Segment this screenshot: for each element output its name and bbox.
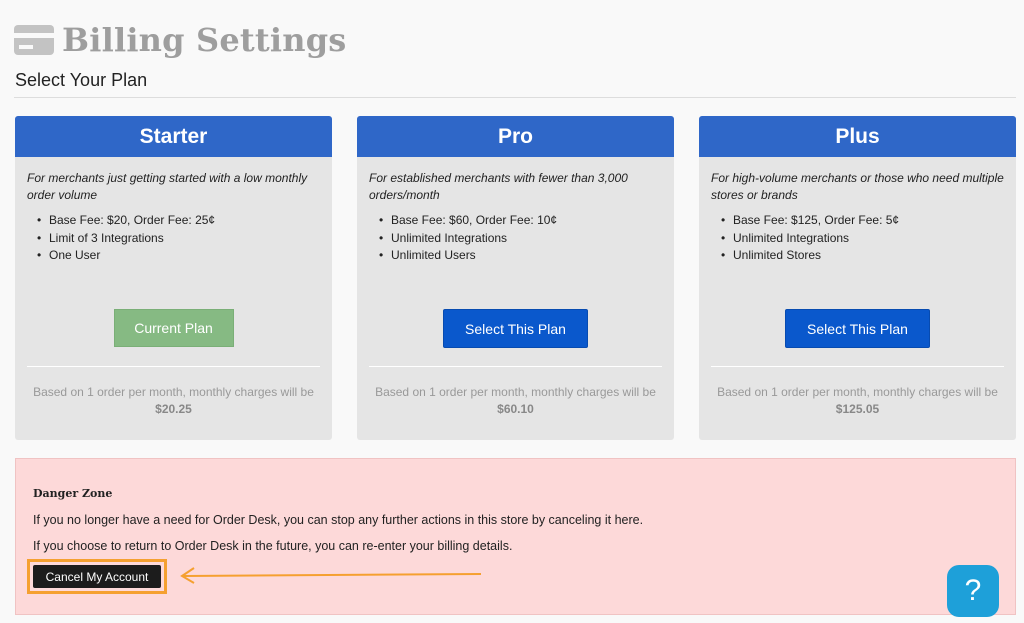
plan-card-starter: Starter For merchants just getting start… — [15, 116, 332, 440]
plan-features: Base Fee: $60, Order Fee: 10¢ Unlimited … — [369, 212, 662, 265]
current-plan-button[interactable]: Current Plan — [113, 309, 234, 347]
cancel-highlight: Cancel My Account — [27, 559, 167, 594]
plan-card-pro: Pro For established merchants with fewer… — [357, 116, 674, 440]
plan-feature: Unlimited Integrations — [721, 230, 1004, 248]
plan-feature: Unlimited Users — [379, 247, 662, 265]
page-title: Billing Settings — [62, 21, 347, 59]
plan-features: Base Fee: $20, Order Fee: 25¢ Limit of 3… — [27, 212, 320, 265]
danger-zone-title: Danger Zone — [33, 487, 113, 500]
select-plus-plan-button[interactable]: Select This Plan — [785, 309, 930, 348]
plan-name: Starter — [15, 116, 332, 157]
danger-zone: Danger Zone If you no longer have a need… — [15, 458, 1016, 615]
plan-estimate: Based on 1 order per month, monthly char… — [699, 384, 1016, 418]
divider — [711, 366, 1004, 367]
section-subtitle: Select Your Plan — [15, 70, 148, 90]
plan-description: For merchants just getting started with … — [27, 171, 308, 202]
danger-zone-text: If you no longer have a need for Order D… — [33, 513, 644, 527]
plan-feature: One User — [37, 247, 320, 265]
arrow-left-icon — [180, 567, 482, 584]
plan-estimate-amount: $125.05 — [835, 402, 880, 416]
help-button[interactable]: ? — [947, 565, 999, 617]
plan-estimate-text: Based on 1 order per month, monthly char… — [375, 385, 656, 399]
plan-name: Plus — [699, 116, 1016, 157]
plan-description: For high-volume merchants or those who n… — [711, 171, 1004, 202]
plan-feature: Unlimited Integrations — [379, 230, 662, 248]
plan-estimate-text: Based on 1 order per month, monthly char… — [717, 385, 998, 399]
plan-estimate: Based on 1 order per month, monthly char… — [357, 384, 674, 418]
plan-estimate: Based on 1 order per month, monthly char… — [15, 384, 332, 418]
plan-name: Pro — [357, 116, 674, 157]
credit-card-icon — [14, 25, 54, 55]
plan-feature: Unlimited Stores — [721, 247, 1004, 265]
question-icon: ? — [964, 574, 982, 607]
page-header: Billing Settings — [14, 18, 347, 62]
divider — [27, 366, 320, 367]
select-pro-plan-button[interactable]: Select This Plan — [443, 309, 588, 348]
danger-zone-text: If you choose to return to Order Desk in… — [33, 539, 513, 553]
cancel-account-button[interactable]: Cancel My Account — [33, 565, 161, 588]
plan-description: For established merchants with fewer tha… — [369, 171, 628, 202]
plan-feature: Base Fee: $20, Order Fee: 25¢ — [37, 212, 320, 230]
plan-feature: Base Fee: $60, Order Fee: 10¢ — [379, 212, 662, 230]
plan-feature: Limit of 3 Integrations — [37, 230, 320, 248]
plan-estimate-text: Based on 1 order per month, monthly char… — [33, 385, 314, 399]
divider — [14, 97, 1016, 98]
plan-features: Base Fee: $125, Order Fee: 5¢ Unlimited … — [711, 212, 1004, 265]
divider — [369, 366, 662, 367]
plan-card-plus: Plus For high-volume merchants or those … — [699, 116, 1016, 440]
plan-estimate-amount: $20.25 — [155, 402, 192, 416]
plan-estimate-amount: $60.10 — [497, 402, 534, 416]
plan-feature: Base Fee: $125, Order Fee: 5¢ — [721, 212, 1004, 230]
